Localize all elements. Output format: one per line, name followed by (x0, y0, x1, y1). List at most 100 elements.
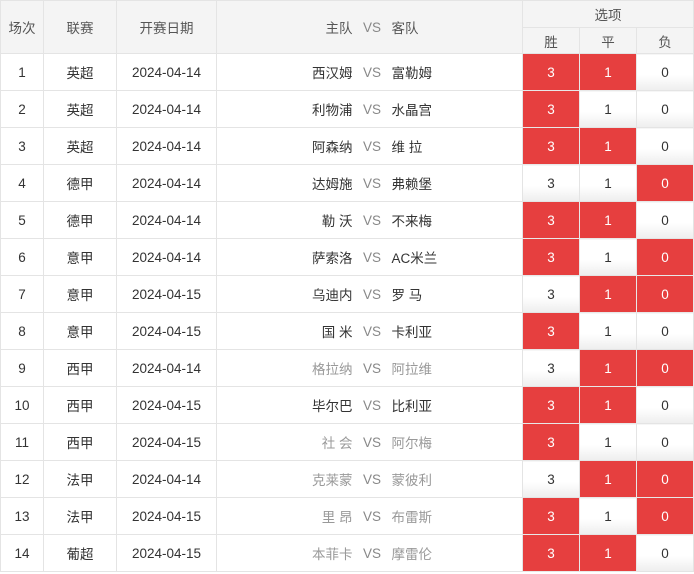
vs-separator: VS (358, 238, 386, 276)
round-number: 9 (0, 349, 44, 387)
vs-separator: VS (358, 534, 386, 572)
vs-separator: VS (358, 53, 386, 91)
win-option-button[interactable]: 3 (522, 497, 580, 535)
round-number: 13 (0, 497, 44, 535)
draw-option-button[interactable]: 1 (579, 349, 637, 387)
win-option-button[interactable]: 3 (522, 349, 580, 387)
win-option-button[interactable]: 3 (522, 164, 580, 202)
league-header: 联赛 (43, 0, 117, 54)
draw-option-button[interactable]: 1 (579, 275, 637, 313)
league-name: 西甲 (43, 386, 117, 424)
round-number: 8 (0, 312, 44, 350)
lose-option-button[interactable]: 0 (635, 497, 694, 535)
draw-option-button[interactable]: 1 (579, 238, 637, 276)
date-header: 开赛日期 (116, 0, 217, 54)
round-number: 6 (0, 238, 44, 276)
win-option-button[interactable]: 3 (522, 201, 580, 239)
lose-option-button[interactable]: 0 (635, 460, 694, 498)
draw-option-button[interactable]: 1 (579, 164, 637, 202)
draw-option-button[interactable]: 1 (579, 497, 637, 535)
lose-option-button[interactable]: 0 (635, 534, 694, 572)
away-team: 罗 马 (385, 275, 523, 313)
match-row: 12 法甲 2024-04-14 克莱蒙 VS 蒙彼利 3 1 0 (0, 460, 694, 498)
lose-option-button[interactable]: 0 (635, 349, 694, 387)
home-team: 社 会 (216, 423, 359, 461)
lose-option-button[interactable]: 0 (635, 53, 694, 91)
draw-option-button[interactable]: 1 (579, 53, 637, 91)
lose-option-button[interactable]: 0 (635, 386, 694, 424)
draw-option-button[interactable]: 1 (579, 423, 637, 461)
match-row: 2 英超 2024-04-14 利物浦 VS 水晶宫 3 1 0 (0, 90, 694, 128)
match-date: 2024-04-14 (116, 460, 217, 498)
home-team: 西汉姆 (216, 53, 359, 91)
win-option-button[interactable]: 3 (522, 53, 580, 91)
lose-option-button[interactable]: 0 (635, 312, 694, 350)
draw-option-button[interactable]: 1 (579, 312, 637, 350)
win-option-button[interactable]: 3 (522, 238, 580, 276)
match-row: 7 意甲 2024-04-15 乌迪内 VS 罗 马310 (0, 275, 694, 313)
match-date: 2024-04-15 (116, 275, 217, 313)
options-header: 选项 (521, 0, 694, 28)
draw-option-button[interactable]: 1 (579, 201, 637, 239)
draw-option-button[interactable]: 1 (579, 90, 637, 128)
home-team: 阿森纳 (216, 127, 359, 165)
match-row: 14 葡超 2024-04-15 本菲卡 VS 摩雷伦 3 1 0 (0, 534, 694, 572)
away-team: 维 拉 (385, 127, 523, 165)
match-row: 1 英超 2024-04-14 西汉姆 VS 富勒姆 3 1 0 (0, 53, 694, 91)
league-name: 意甲 (43, 275, 117, 313)
win-option-button[interactable]: 3 (522, 312, 580, 350)
lose-option-button[interactable]: 0 (635, 90, 694, 128)
away-team: AC米兰 (385, 238, 523, 276)
home-team: 克莱蒙 (216, 460, 359, 498)
away-team: 阿拉维 (385, 349, 523, 387)
match-date: 2024-04-14 (116, 238, 217, 276)
win-option-button[interactable]: 3 (522, 460, 580, 498)
match-date: 2024-04-14 (116, 53, 217, 91)
match-row: 10 西甲 2024-04-15 毕尔巴 VS 比利亚 3 1 0 (0, 386, 694, 424)
match-date: 2024-04-15 (116, 312, 217, 350)
home-team: 格拉纳 (216, 349, 359, 387)
lose-option-button[interactable]: 0 (635, 201, 694, 239)
win-option-button[interactable]: 3 (522, 386, 580, 424)
lose-option-button[interactable]: 0 (635, 238, 694, 276)
vs-separator: VS (358, 127, 386, 165)
league-name: 英超 (43, 90, 117, 128)
league-name: 德甲 (43, 164, 117, 202)
win-option-button[interactable]: 3 (522, 534, 580, 572)
round-number: 5 (0, 201, 44, 239)
away-team-header: 客队 (385, 0, 523, 54)
away-team: 阿尔梅 (385, 423, 523, 461)
round-header: 场次 (0, 0, 44, 54)
draw-option-button[interactable]: 1 (579, 534, 637, 572)
win-option-button[interactable]: 3 (522, 275, 580, 313)
home-team: 乌迪内 (216, 275, 359, 313)
match-date: 2024-04-14 (116, 90, 217, 128)
league-name: 西甲 (43, 423, 117, 461)
away-team: 布雷斯 (385, 497, 523, 535)
vs-separator: VS (358, 164, 386, 202)
draw-option-button[interactable]: 1 (579, 127, 637, 165)
vs-separator: VS (358, 90, 386, 128)
draw-option-button[interactable]: 1 (579, 460, 637, 498)
match-row: 6 意甲 2024-04-14 萨索洛 VS AC米兰 3 1 0 (0, 238, 694, 276)
draw-option-button[interactable]: 1 (579, 386, 637, 424)
lose-option-button[interactable]: 0 (635, 127, 694, 165)
lose-option-button[interactable]: 0 (635, 275, 694, 313)
match-row: 5 德甲 2024-04-14 勒 沃 VS 不来梅 3 1 0 (0, 201, 694, 239)
match-row: 4 德甲 2024-04-14 达姆施 VS 弗赖堡 3 1 0 (0, 164, 694, 202)
vs-separator: VS (358, 386, 386, 424)
vs-separator: VS (358, 460, 386, 498)
round-number: 12 (0, 460, 44, 498)
vs-separator: VS (358, 423, 386, 461)
win-option-button[interactable]: 3 (522, 90, 580, 128)
vs-separator: VS (358, 497, 386, 535)
match-date: 2024-04-15 (116, 534, 217, 572)
match-row: 9 西甲 2024-04-14 格拉纳 VS 阿拉维 3 1 0 (0, 349, 694, 387)
win-option-button[interactable]: 3 (522, 423, 580, 461)
lose-option-button[interactable]: 0 (635, 423, 694, 461)
home-team: 本菲卡 (216, 534, 359, 572)
round-number: 7 (0, 275, 44, 313)
win-option-button[interactable]: 3 (522, 127, 580, 165)
lose-option-button[interactable]: 0 (635, 164, 694, 202)
lose-header: 负 (635, 27, 694, 54)
